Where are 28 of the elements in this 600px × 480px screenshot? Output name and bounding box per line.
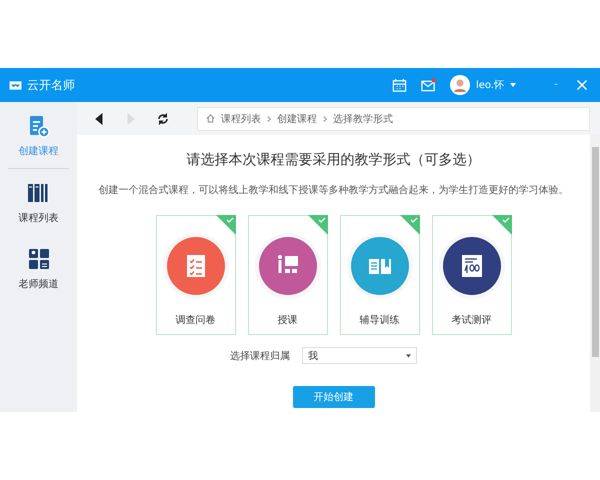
breadcrumb-link[interactable]: 创建课程 xyxy=(277,112,317,126)
avatar-icon[interactable] xyxy=(450,75,470,95)
page-description: 创建一个混合式课程，可以将线上教学和线下授课等多种教学方式融合起来，为学生打造更好的学习体验。 xyxy=(98,184,568,197)
chevron-icon xyxy=(323,116,327,122)
owner-dropdown[interactable]: 我 xyxy=(302,347,417,364)
field-label: 选择课程归属 xyxy=(230,350,290,362)
back-icon[interactable] xyxy=(93,112,105,124)
teaching-form-card[interactable]: 授课 xyxy=(248,215,328,335)
app-name: 云开名师 xyxy=(27,76,75,94)
close-icon[interactable] xyxy=(576,79,588,91)
sidebar-item[interactable]: 课程列表 xyxy=(0,169,77,235)
caret-icon[interactable] xyxy=(510,83,516,87)
mail-icon[interactable] xyxy=(420,78,436,92)
chevron-icon xyxy=(267,116,271,122)
page-title: 请选择本次课程需要采用的教学形式（可多选） xyxy=(186,151,480,169)
books-icon xyxy=(26,181,50,205)
breadcrumb-link[interactable]: 选择教学形式 xyxy=(333,112,393,126)
teaching-form-card[interactable]: 考试测评 xyxy=(432,215,512,335)
breadcrumb-link[interactable]: 课程列表 xyxy=(221,112,261,126)
calendar-icon[interactable] xyxy=(392,78,407,92)
scrollbar[interactable] xyxy=(590,135,600,412)
teaching-form-card[interactable]: 调查问卷 xyxy=(156,215,236,335)
teaching-form-card[interactable]: 辅导训练 xyxy=(340,215,420,335)
refresh-icon[interactable] xyxy=(157,112,169,124)
sidebar-item[interactable]: 老师频道 xyxy=(0,235,77,301)
grid-icon xyxy=(26,247,50,271)
caret-icon[interactable] xyxy=(406,354,411,358)
home-icon[interactable] xyxy=(206,114,215,123)
